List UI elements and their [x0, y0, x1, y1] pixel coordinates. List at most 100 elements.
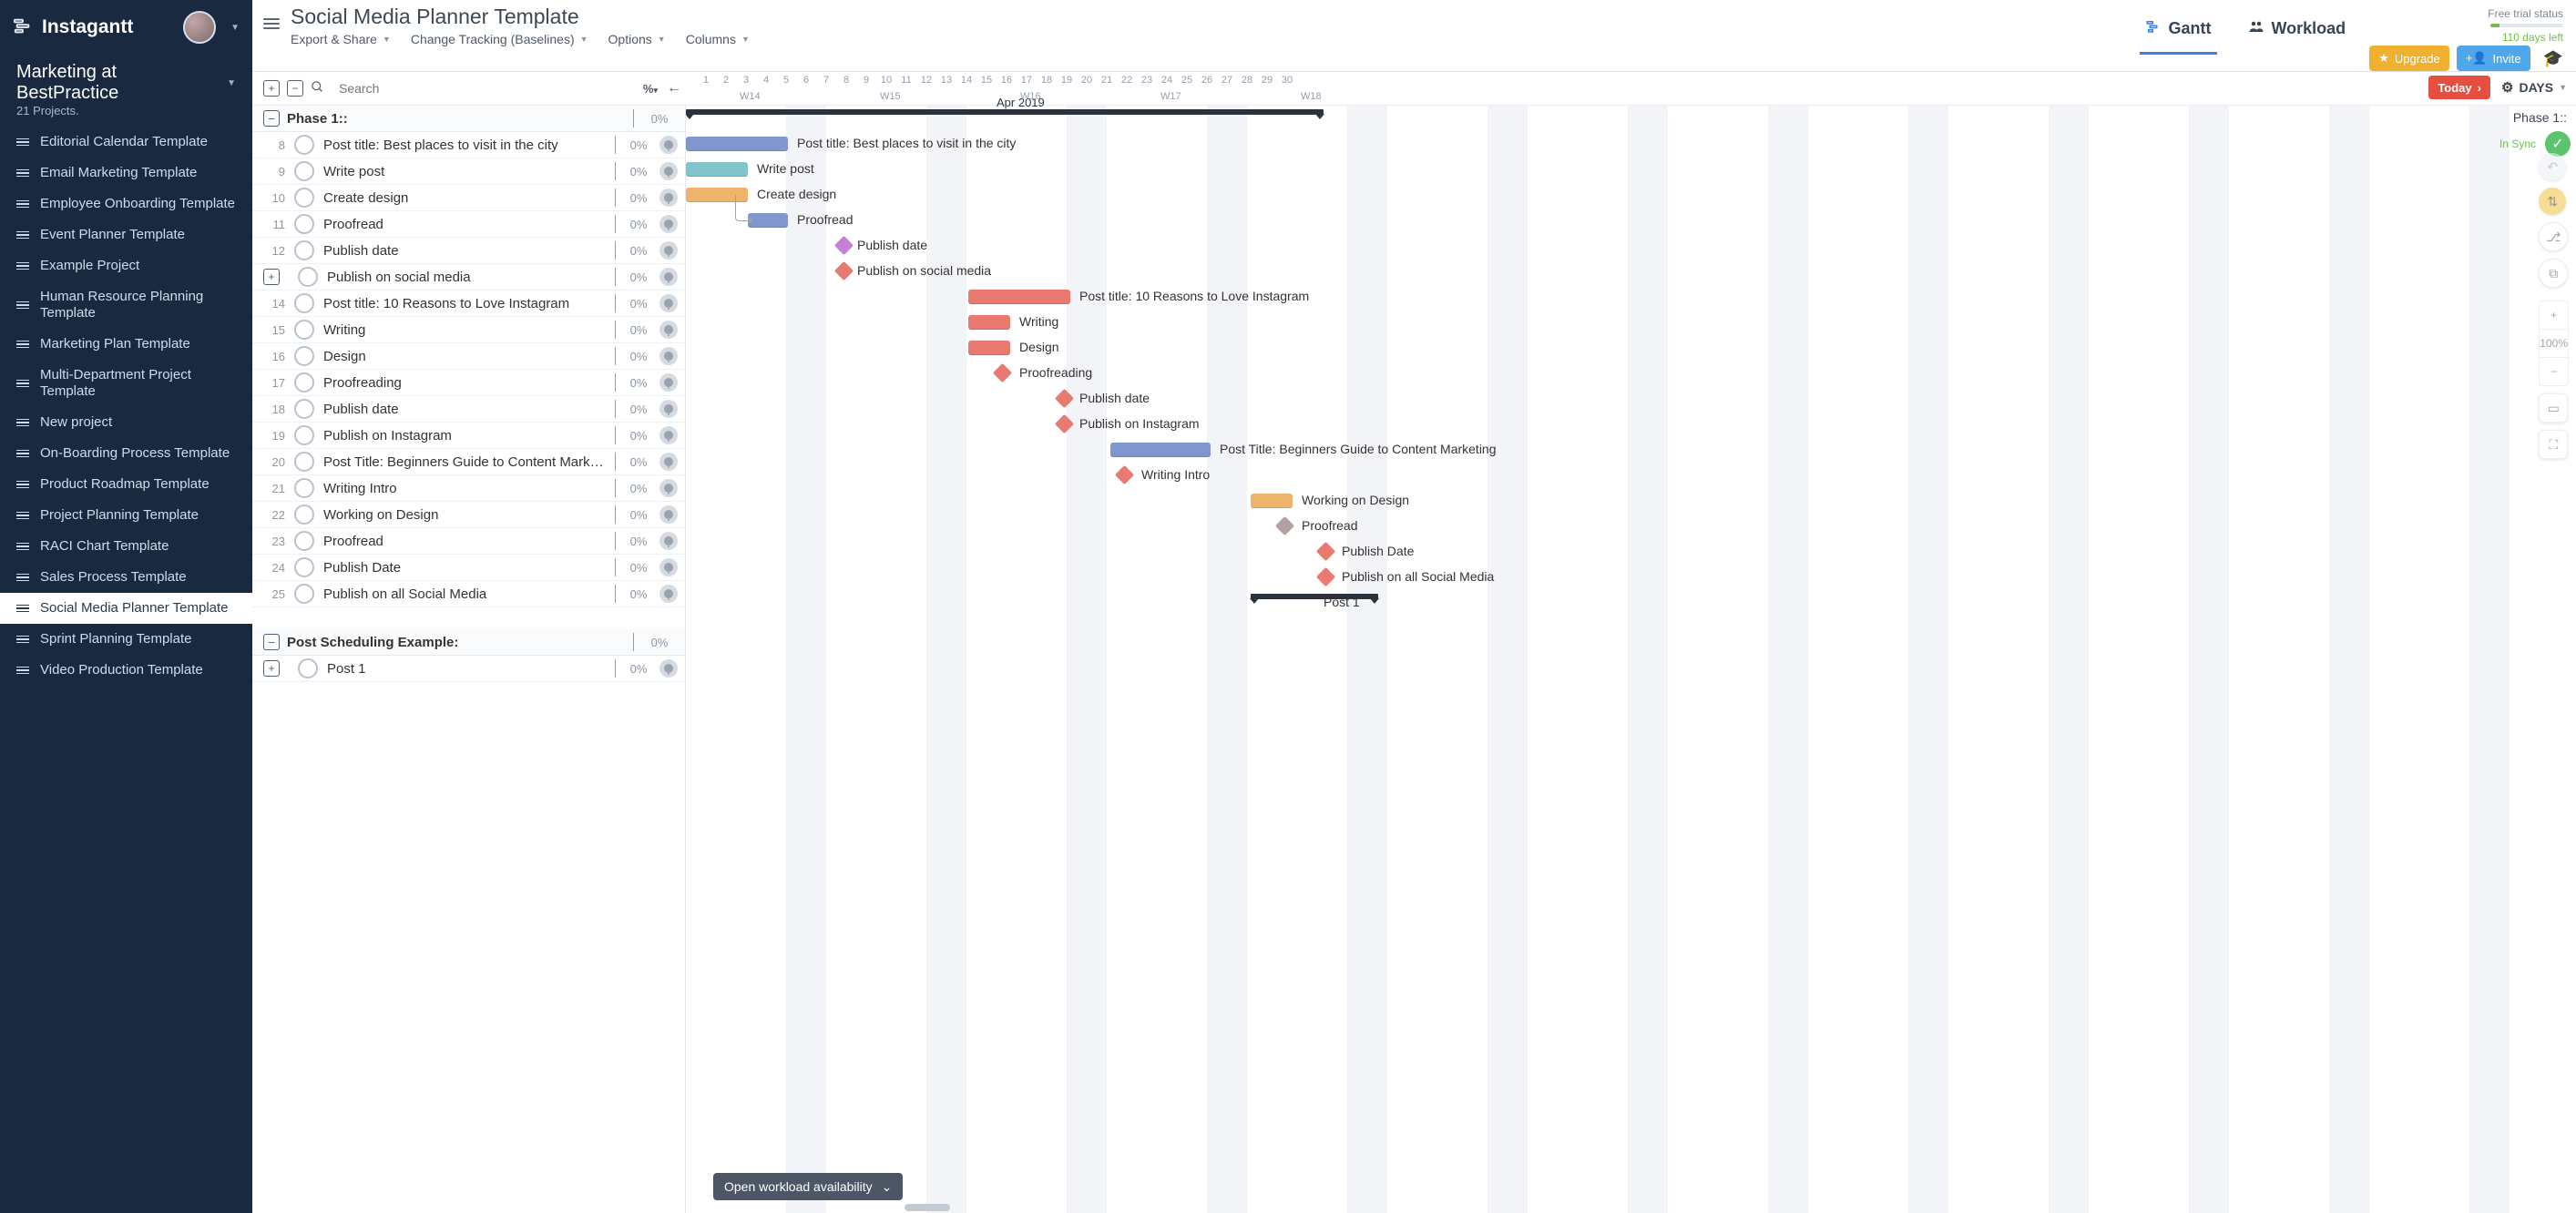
sidebar-project-item[interactable]: On-Boarding Process Template — [0, 438, 252, 469]
search-icon[interactable] — [311, 80, 324, 97]
menu-item[interactable]: Change Tracking (Baselines)▼ — [411, 32, 588, 46]
menu-toggle[interactable] — [252, 0, 291, 29]
undo-button[interactable]: ↶ — [2539, 153, 2566, 180]
assignee-avatar[interactable] — [659, 189, 678, 207]
status-circle-icon[interactable] — [294, 425, 314, 445]
horizontal-scrollbar[interactable] — [905, 1204, 950, 1211]
assignee-avatar[interactable] — [659, 400, 678, 418]
status-circle-icon[interactable] — [294, 214, 314, 234]
percent-toggle[interactable]: %▾ — [643, 82, 658, 96]
assignee-avatar[interactable] — [659, 659, 678, 678]
assignee-avatar[interactable] — [659, 453, 678, 471]
sidebar-project-item[interactable]: Editorial Calendar Template — [0, 127, 252, 158]
task-row[interactable]: +Post 10% — [252, 656, 685, 682]
timescale-selector[interactable]: ⚙ DAYS ▼ — [2501, 79, 2567, 96]
status-circle-icon[interactable] — [294, 557, 314, 577]
graduation-icon[interactable]: 🎓 — [2538, 49, 2563, 68]
fullscreen-button[interactable]: ⛶ — [2539, 430, 2568, 459]
task-row[interactable]: 12Publish date0% — [252, 238, 685, 264]
gantt-milestone[interactable] — [1316, 567, 1335, 586]
status-circle-icon[interactable] — [294, 505, 314, 525]
task-row[interactable]: 14Post title: 10 Reasons to Love Instagr… — [252, 291, 685, 317]
sidebar-project-item[interactable]: Sprint Planning Template — [0, 624, 252, 655]
assignee-avatar[interactable] — [659, 532, 678, 550]
gantt-milestone[interactable] — [1115, 465, 1134, 484]
task-row[interactable]: 25Publish on all Social Media0% — [252, 581, 685, 607]
minimap-button[interactable]: ▭ — [2539, 393, 2568, 423]
status-circle-icon[interactable] — [294, 452, 314, 472]
gantt-bar[interactable] — [968, 315, 1010, 330]
task-row[interactable]: 11Proofread0% — [252, 211, 685, 238]
expand-toggle[interactable]: + — [263, 660, 280, 677]
workspace-name[interactable]: Marketing at BestPractice — [16, 62, 214, 104]
sidebar-project-item[interactable]: Project Planning Template — [0, 500, 252, 531]
status-circle-icon[interactable] — [294, 240, 314, 260]
collapse-all-button[interactable]: − — [287, 80, 303, 97]
chevron-down-icon[interactable]: ▼ — [225, 23, 240, 33]
gantt-pane[interactable]: Phase 1::Post title: Best places to visi… — [686, 106, 2576, 1213]
task-row[interactable]: 18Publish date0% — [252, 396, 685, 423]
assignee-avatar[interactable] — [659, 162, 678, 180]
gantt-bar[interactable] — [968, 290, 1070, 304]
status-circle-icon[interactable] — [294, 320, 314, 340]
status-circle-icon[interactable] — [294, 135, 314, 155]
invite-button[interactable]: +👤 Invite — [2457, 46, 2530, 71]
assignee-avatar[interactable] — [659, 585, 678, 603]
status-circle-icon[interactable] — [294, 346, 314, 366]
section-header[interactable]: −Phase 1::0% — [252, 106, 685, 132]
sidebar-project-item[interactable]: Example Project — [0, 250, 252, 281]
gantt-bar[interactable] — [1110, 443, 1211, 457]
tab-gantt[interactable]: Gantt — [2140, 18, 2217, 55]
sidebar-project-item[interactable]: Video Production Template — [0, 655, 252, 686]
task-row[interactable]: 9Write post0% — [252, 158, 685, 185]
task-row[interactable]: 20Post Title: Beginners Guide to Content… — [252, 449, 685, 475]
assignee-avatar[interactable] — [659, 241, 678, 260]
assignee-avatar[interactable] — [659, 268, 678, 286]
status-circle-icon[interactable] — [294, 293, 314, 313]
gantt-milestone[interactable] — [1055, 414, 1074, 433]
assignee-avatar[interactable] — [659, 479, 678, 497]
gantt-bar[interactable] — [748, 213, 788, 228]
assignee-avatar[interactable] — [659, 215, 678, 233]
task-row[interactable]: 22Working on Design0% — [252, 502, 685, 528]
tab-workload[interactable]: Workload — [2243, 18, 2352, 55]
task-row[interactable]: +Publish on social media0% — [252, 264, 685, 291]
gantt-bar[interactable] — [968, 341, 1010, 355]
expand-all-button[interactable]: + — [263, 80, 280, 97]
expand-toggle[interactable]: + — [263, 269, 280, 285]
sidebar-project-item[interactable]: Employee Onboarding Template — [0, 189, 252, 219]
today-button[interactable]: Today › — [2428, 76, 2490, 99]
gantt-bar[interactable] — [1251, 494, 1293, 508]
zoom-out-button[interactable]: − — [2540, 358, 2568, 385]
menu-item[interactable]: Options▼ — [608, 32, 666, 46]
menu-item[interactable]: Columns▼ — [686, 32, 750, 46]
zoom-in-button[interactable]: + — [2540, 301, 2568, 330]
status-circle-icon[interactable] — [294, 531, 314, 551]
assignee-avatar[interactable] — [659, 347, 678, 365]
sidebar-project-item[interactable]: New project — [0, 407, 252, 438]
gantt-milestone[interactable] — [1316, 542, 1335, 561]
gantt-bar[interactable] — [686, 137, 788, 151]
status-circle-icon[interactable] — [294, 161, 314, 181]
assignee-avatar[interactable] — [659, 558, 678, 576]
section-header[interactable]: −Post Scheduling Example:0% — [252, 629, 685, 656]
phase-bar[interactable] — [686, 109, 1324, 115]
copy-button[interactable]: ⧉ — [2539, 259, 2568, 288]
sidebar-project-item[interactable]: RACI Chart Template — [0, 531, 252, 562]
assignee-avatar[interactable] — [659, 373, 678, 392]
avatar[interactable] — [183, 11, 216, 44]
status-circle-icon[interactable] — [294, 399, 314, 419]
assignee-avatar[interactable] — [659, 426, 678, 444]
collapse-toggle[interactable]: − — [263, 110, 280, 127]
task-row[interactable]: 17Proofreading0% — [252, 370, 685, 396]
status-circle-icon[interactable] — [294, 188, 314, 208]
workload-availability-button[interactable]: Open workload availability ⌄ — [713, 1173, 903, 1200]
task-row[interactable]: 19Publish on Instagram0% — [252, 423, 685, 449]
sidebar-project-item[interactable]: Human Resource Planning Template — [0, 281, 252, 329]
status-circle-icon[interactable] — [294, 372, 314, 392]
gantt-milestone[interactable] — [834, 236, 854, 255]
assignee-avatar[interactable] — [659, 321, 678, 339]
sidebar-project-item[interactable]: Marketing Plan Template — [0, 329, 252, 360]
task-row[interactable]: 21Writing Intro0% — [252, 475, 685, 502]
task-row[interactable]: 23Proofread0% — [252, 528, 685, 555]
